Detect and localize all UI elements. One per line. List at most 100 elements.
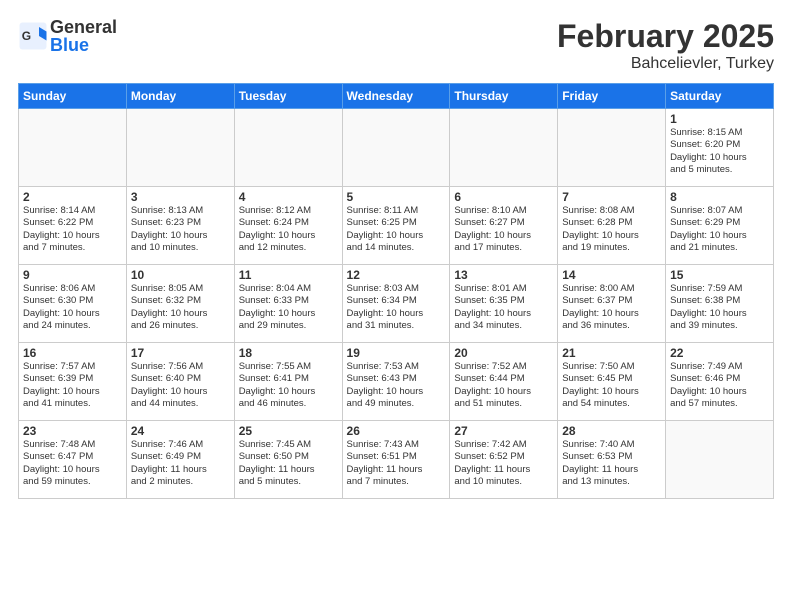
day-info: Sunrise: 7:48 AM Sunset: 6:47 PM Dayligh… bbox=[23, 439, 122, 488]
calendar-table: SundayMondayTuesdayWednesdayThursdayFrid… bbox=[18, 83, 774, 499]
calendar-cell: 12Sunrise: 8:03 AM Sunset: 6:34 PM Dayli… bbox=[342, 265, 450, 343]
day-info: Sunrise: 7:50 AM Sunset: 6:45 PM Dayligh… bbox=[562, 361, 661, 410]
calendar-cell: 7Sunrise: 8:08 AM Sunset: 6:28 PM Daylig… bbox=[558, 187, 666, 265]
title-block: February 2025 Bahcelievler, Turkey bbox=[557, 18, 774, 73]
logo-general-text: General bbox=[50, 18, 117, 36]
day-info: Sunrise: 7:59 AM Sunset: 6:38 PM Dayligh… bbox=[670, 283, 769, 332]
day-info: Sunrise: 7:43 AM Sunset: 6:51 PM Dayligh… bbox=[347, 439, 446, 488]
day-info: Sunrise: 7:55 AM Sunset: 6:41 PM Dayligh… bbox=[239, 361, 338, 410]
calendar-cell: 3Sunrise: 8:13 AM Sunset: 6:23 PM Daylig… bbox=[126, 187, 234, 265]
day-number: 5 bbox=[347, 190, 446, 204]
calendar-cell: 28Sunrise: 7:40 AM Sunset: 6:53 PM Dayli… bbox=[558, 421, 666, 499]
day-number: 10 bbox=[131, 268, 230, 282]
day-info: Sunrise: 8:03 AM Sunset: 6:34 PM Dayligh… bbox=[347, 283, 446, 332]
calendar-cell bbox=[126, 109, 234, 187]
day-info: Sunrise: 7:49 AM Sunset: 6:46 PM Dayligh… bbox=[670, 361, 769, 410]
day-info: Sunrise: 7:45 AM Sunset: 6:50 PM Dayligh… bbox=[239, 439, 338, 488]
calendar-cell bbox=[666, 421, 774, 499]
calendar-week-0: 1Sunrise: 8:15 AM Sunset: 6:20 PM Daylig… bbox=[19, 109, 774, 187]
day-of-week-saturday: Saturday bbox=[666, 84, 774, 109]
day-of-week-tuesday: Tuesday bbox=[234, 84, 342, 109]
svg-text:G: G bbox=[22, 29, 31, 43]
day-info: Sunrise: 7:46 AM Sunset: 6:49 PM Dayligh… bbox=[131, 439, 230, 488]
day-info: Sunrise: 8:06 AM Sunset: 6:30 PM Dayligh… bbox=[23, 283, 122, 332]
calendar-cell: 25Sunrise: 7:45 AM Sunset: 6:50 PM Dayli… bbox=[234, 421, 342, 499]
calendar-cell: 11Sunrise: 8:04 AM Sunset: 6:33 PM Dayli… bbox=[234, 265, 342, 343]
day-number: 21 bbox=[562, 346, 661, 360]
calendar-cell bbox=[450, 109, 558, 187]
day-number: 20 bbox=[454, 346, 553, 360]
page: G General Blue February 2025 Bahcelievle… bbox=[0, 0, 792, 509]
day-number: 28 bbox=[562, 424, 661, 438]
day-info: Sunrise: 8:07 AM Sunset: 6:29 PM Dayligh… bbox=[670, 205, 769, 254]
calendar-cell: 14Sunrise: 8:00 AM Sunset: 6:37 PM Dayli… bbox=[558, 265, 666, 343]
day-info: Sunrise: 7:42 AM Sunset: 6:52 PM Dayligh… bbox=[454, 439, 553, 488]
calendar-cell: 15Sunrise: 7:59 AM Sunset: 6:38 PM Dayli… bbox=[666, 265, 774, 343]
calendar-week-2: 9Sunrise: 8:06 AM Sunset: 6:30 PM Daylig… bbox=[19, 265, 774, 343]
day-info: Sunrise: 8:14 AM Sunset: 6:22 PM Dayligh… bbox=[23, 205, 122, 254]
day-number: 17 bbox=[131, 346, 230, 360]
calendar-cell: 17Sunrise: 7:56 AM Sunset: 6:40 PM Dayli… bbox=[126, 343, 234, 421]
day-number: 4 bbox=[239, 190, 338, 204]
day-info: Sunrise: 8:13 AM Sunset: 6:23 PM Dayligh… bbox=[131, 205, 230, 254]
day-number: 19 bbox=[347, 346, 446, 360]
calendar-cell: 22Sunrise: 7:49 AM Sunset: 6:46 PM Dayli… bbox=[666, 343, 774, 421]
calendar-cell bbox=[558, 109, 666, 187]
day-info: Sunrise: 8:15 AM Sunset: 6:20 PM Dayligh… bbox=[670, 127, 769, 176]
calendar-cell bbox=[19, 109, 127, 187]
day-number: 1 bbox=[670, 112, 769, 126]
day-of-week-thursday: Thursday bbox=[450, 84, 558, 109]
calendar-cell: 19Sunrise: 7:53 AM Sunset: 6:43 PM Dayli… bbox=[342, 343, 450, 421]
calendar-subtitle: Bahcelievler, Turkey bbox=[557, 55, 774, 73]
calendar-cell: 23Sunrise: 7:48 AM Sunset: 6:47 PM Dayli… bbox=[19, 421, 127, 499]
logo: G General Blue bbox=[18, 18, 117, 54]
day-of-week-wednesday: Wednesday bbox=[342, 84, 450, 109]
calendar-cell: 5Sunrise: 8:11 AM Sunset: 6:25 PM Daylig… bbox=[342, 187, 450, 265]
day-of-week-sunday: Sunday bbox=[19, 84, 127, 109]
day-number: 22 bbox=[670, 346, 769, 360]
calendar-cell: 24Sunrise: 7:46 AM Sunset: 6:49 PM Dayli… bbox=[126, 421, 234, 499]
calendar-cell: 20Sunrise: 7:52 AM Sunset: 6:44 PM Dayli… bbox=[450, 343, 558, 421]
day-number: 11 bbox=[239, 268, 338, 282]
day-info: Sunrise: 7:56 AM Sunset: 6:40 PM Dayligh… bbox=[131, 361, 230, 410]
day-info: Sunrise: 8:10 AM Sunset: 6:27 PM Dayligh… bbox=[454, 205, 553, 254]
day-number: 2 bbox=[23, 190, 122, 204]
day-number: 12 bbox=[347, 268, 446, 282]
calendar-cell: 18Sunrise: 7:55 AM Sunset: 6:41 PM Dayli… bbox=[234, 343, 342, 421]
day-number: 15 bbox=[670, 268, 769, 282]
day-info: Sunrise: 7:53 AM Sunset: 6:43 PM Dayligh… bbox=[347, 361, 446, 410]
calendar-cell: 6Sunrise: 8:10 AM Sunset: 6:27 PM Daylig… bbox=[450, 187, 558, 265]
calendar-cell: 13Sunrise: 8:01 AM Sunset: 6:35 PM Dayli… bbox=[450, 265, 558, 343]
calendar-cell bbox=[342, 109, 450, 187]
calendar-week-4: 23Sunrise: 7:48 AM Sunset: 6:47 PM Dayli… bbox=[19, 421, 774, 499]
day-number: 13 bbox=[454, 268, 553, 282]
day-number: 6 bbox=[454, 190, 553, 204]
calendar-cell: 2Sunrise: 8:14 AM Sunset: 6:22 PM Daylig… bbox=[19, 187, 127, 265]
day-info: Sunrise: 8:04 AM Sunset: 6:33 PM Dayligh… bbox=[239, 283, 338, 332]
day-number: 8 bbox=[670, 190, 769, 204]
calendar-cell bbox=[234, 109, 342, 187]
day-of-week-monday: Monday bbox=[126, 84, 234, 109]
calendar-cell: 4Sunrise: 8:12 AM Sunset: 6:24 PM Daylig… bbox=[234, 187, 342, 265]
calendar-cell: 1Sunrise: 8:15 AM Sunset: 6:20 PM Daylig… bbox=[666, 109, 774, 187]
logo-icon: G bbox=[18, 21, 48, 51]
day-number: 24 bbox=[131, 424, 230, 438]
day-of-week-friday: Friday bbox=[558, 84, 666, 109]
day-info: Sunrise: 8:12 AM Sunset: 6:24 PM Dayligh… bbox=[239, 205, 338, 254]
day-number: 3 bbox=[131, 190, 230, 204]
day-info: Sunrise: 8:00 AM Sunset: 6:37 PM Dayligh… bbox=[562, 283, 661, 332]
calendar-week-1: 2Sunrise: 8:14 AM Sunset: 6:22 PM Daylig… bbox=[19, 187, 774, 265]
day-number: 26 bbox=[347, 424, 446, 438]
calendar-cell: 9Sunrise: 8:06 AM Sunset: 6:30 PM Daylig… bbox=[19, 265, 127, 343]
day-number: 14 bbox=[562, 268, 661, 282]
day-number: 23 bbox=[23, 424, 122, 438]
day-info: Sunrise: 8:11 AM Sunset: 6:25 PM Dayligh… bbox=[347, 205, 446, 254]
day-number: 9 bbox=[23, 268, 122, 282]
calendar-cell: 26Sunrise: 7:43 AM Sunset: 6:51 PM Dayli… bbox=[342, 421, 450, 499]
logo-blue-text: Blue bbox=[50, 36, 117, 54]
day-info: Sunrise: 7:40 AM Sunset: 6:53 PM Dayligh… bbox=[562, 439, 661, 488]
header: G General Blue February 2025 Bahcelievle… bbox=[18, 18, 774, 73]
day-number: 18 bbox=[239, 346, 338, 360]
calendar-cell: 8Sunrise: 8:07 AM Sunset: 6:29 PM Daylig… bbox=[666, 187, 774, 265]
day-info: Sunrise: 8:05 AM Sunset: 6:32 PM Dayligh… bbox=[131, 283, 230, 332]
